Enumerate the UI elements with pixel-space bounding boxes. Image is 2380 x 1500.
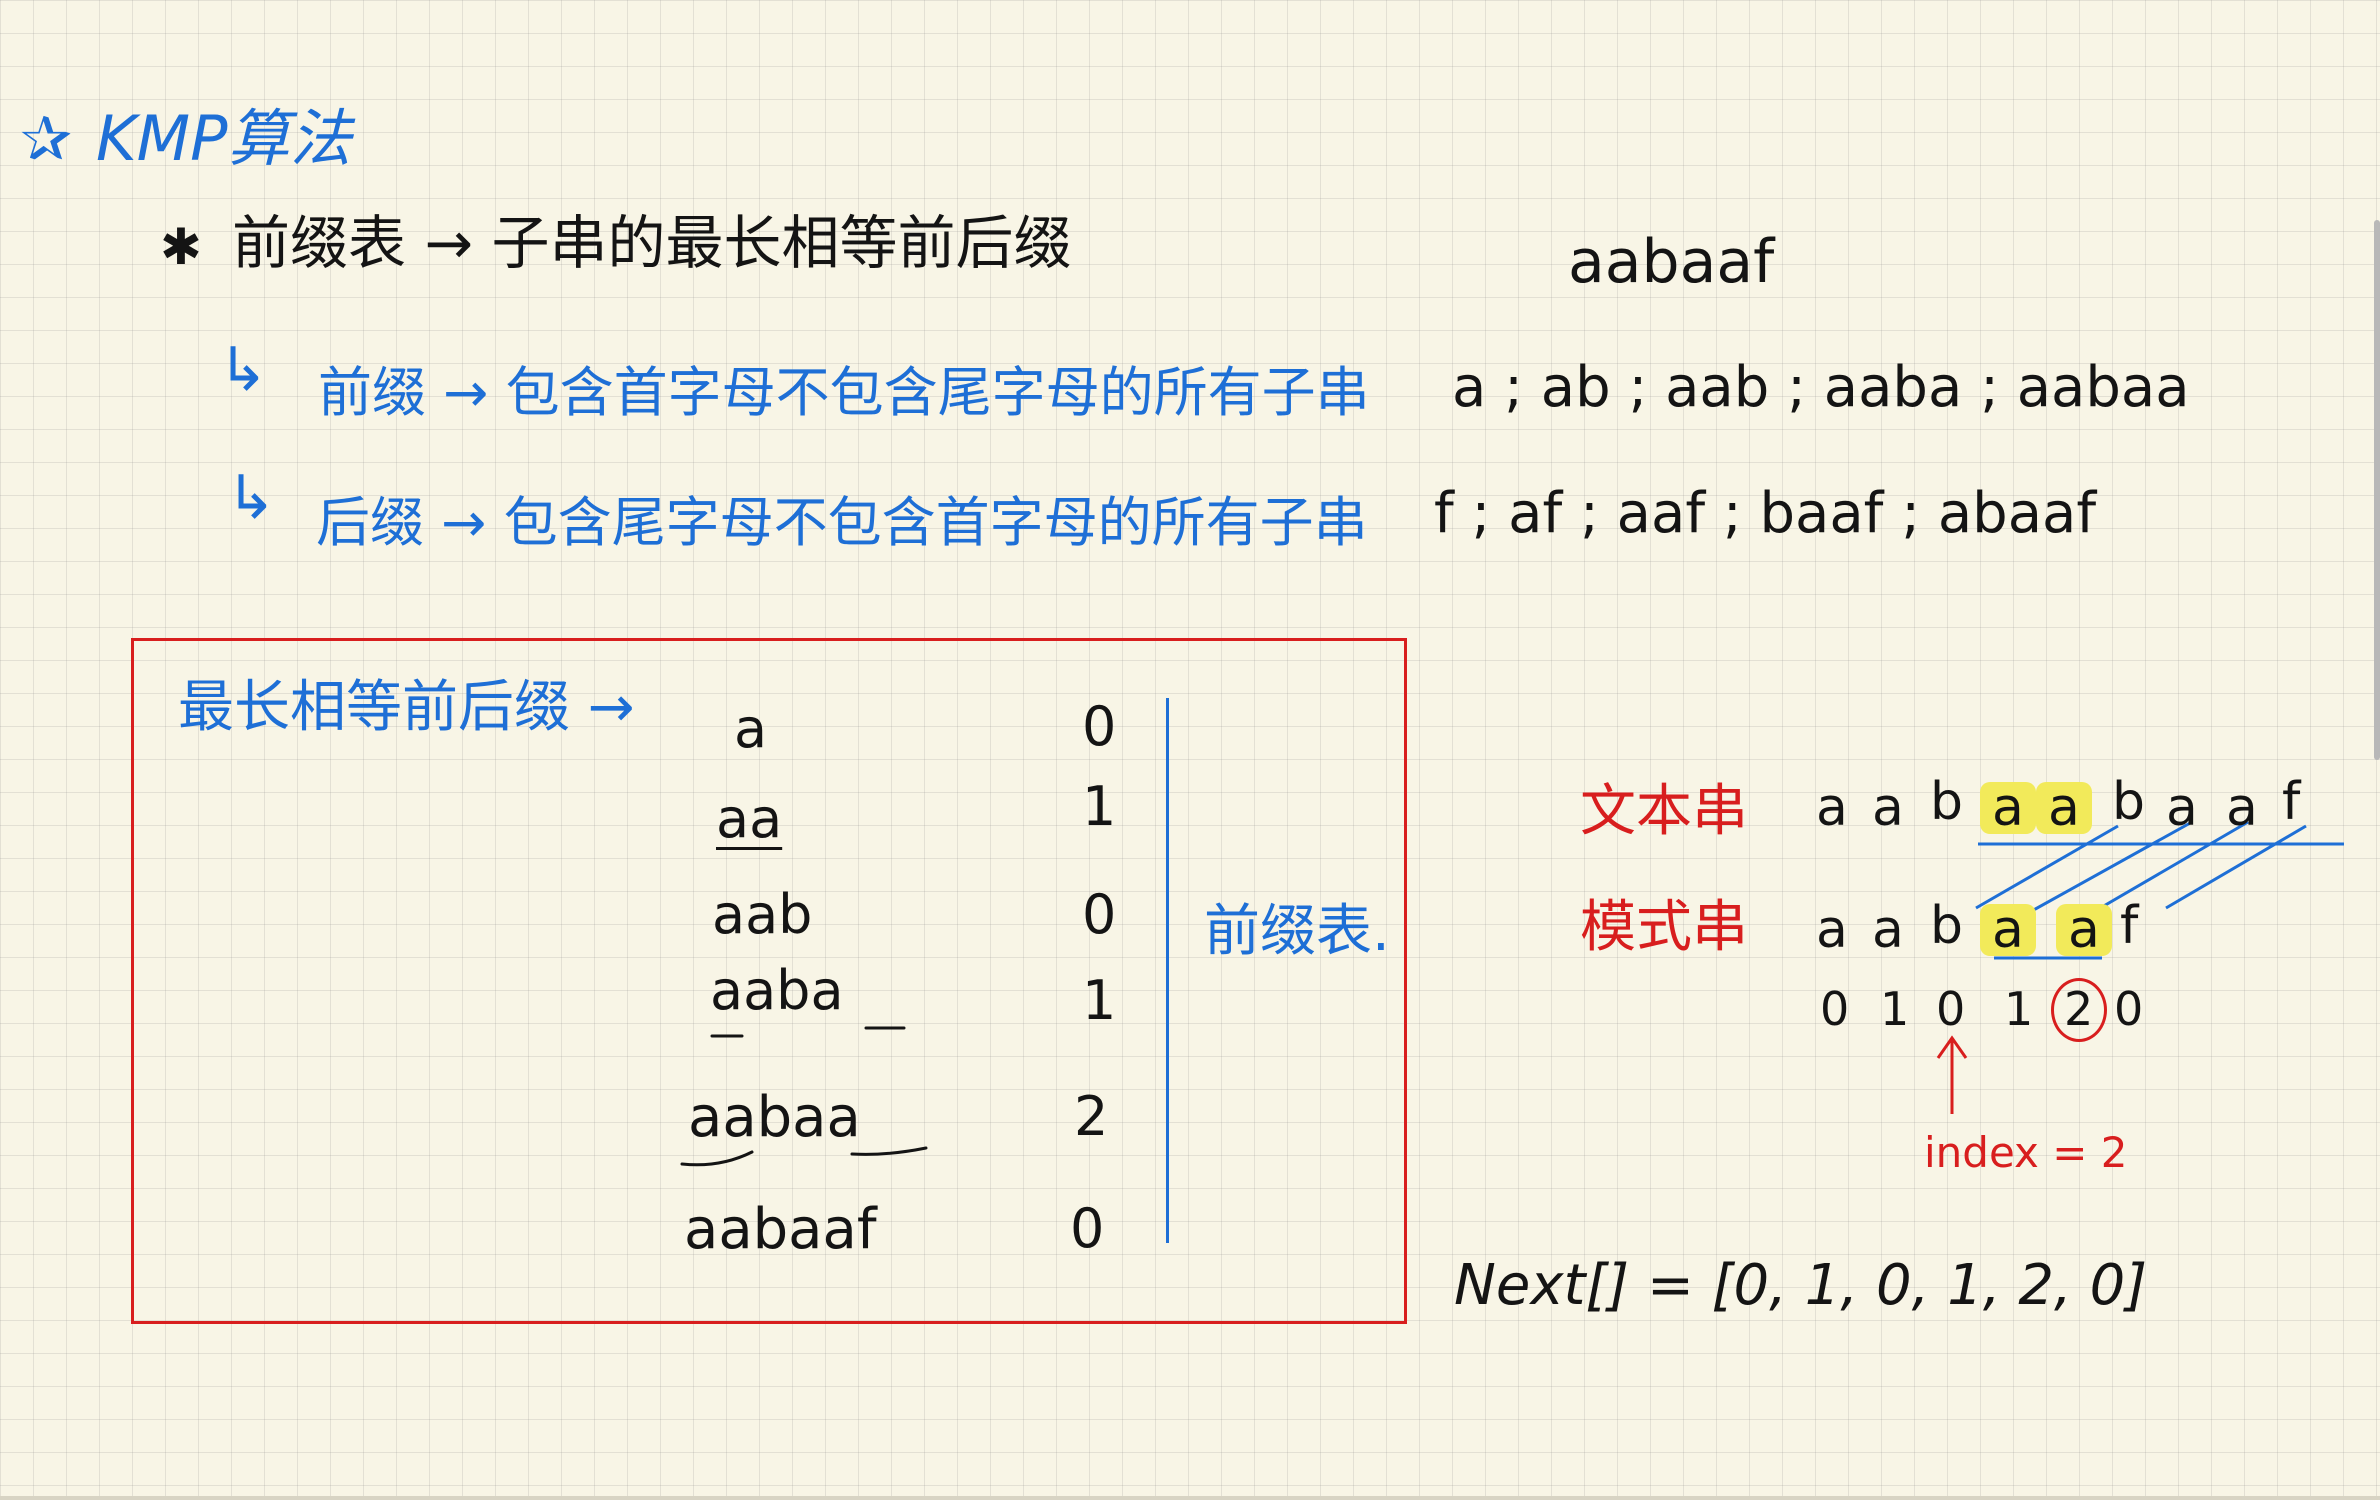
- text-char: b: [2112, 772, 2146, 832]
- index-note: index = 2: [1924, 1128, 2128, 1177]
- pattern-char: a: [1872, 900, 1904, 960]
- text-char-highlighted: a: [2036, 782, 2092, 834]
- next-array: Next[] = [0, 1, 0, 1, 2, 0]: [1454, 1253, 2148, 1318]
- text-char-highlighted: a: [1980, 782, 2036, 834]
- text-string-label: 文本串: [1580, 779, 1748, 844]
- vertical-scrollbar[interactable]: [2374, 220, 2380, 760]
- text-char: a: [1816, 778, 1848, 838]
- pattern-string-label: 模式串: [1580, 895, 1748, 960]
- pattern-char-highlighted: a: [2056, 904, 2112, 956]
- circled-next-value: [2051, 978, 2107, 1042]
- pattern-char-highlighted: a: [1980, 904, 2036, 956]
- next-value: 0: [1820, 982, 1850, 1036]
- text-char: a: [1872, 778, 1904, 838]
- pattern-char: a: [1816, 900, 1848, 960]
- pattern-char: f: [2120, 896, 2139, 956]
- next-value: 1: [2004, 982, 2034, 1036]
- bottom-edge: [0, 1496, 2380, 1500]
- text-char: b: [1930, 772, 1964, 832]
- text-char: a: [2166, 778, 2198, 838]
- pattern-char: b: [1930, 896, 1964, 956]
- text-char: f: [2282, 772, 2301, 832]
- next-value: 0: [1936, 982, 1966, 1036]
- text-char: a: [2226, 778, 2258, 838]
- next-value: 0: [2114, 982, 2144, 1036]
- next-value: 1: [1880, 982, 1910, 1036]
